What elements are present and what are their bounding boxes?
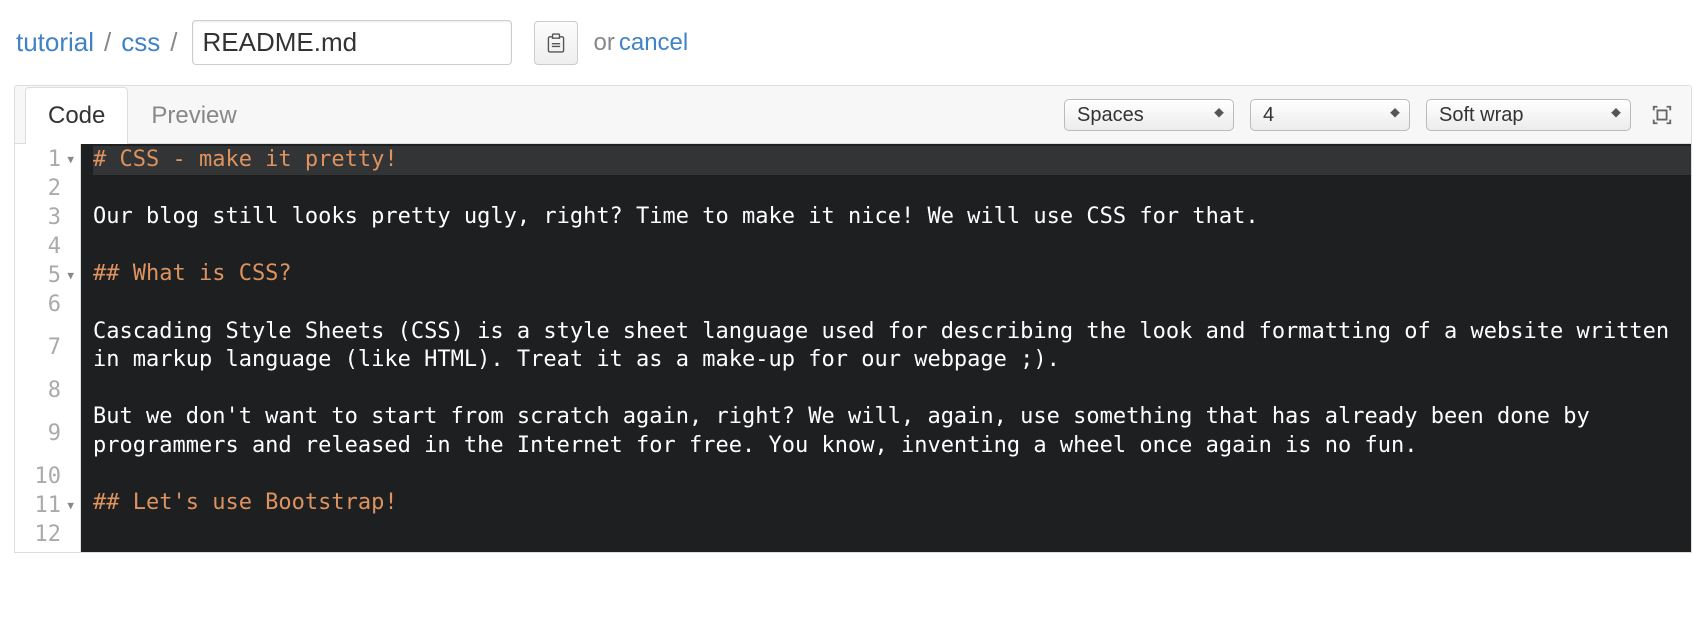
editor-toolbar: Code Preview Spaces 4 Soft wrap — [15, 86, 1691, 144]
gutter-line: 6 — [15, 291, 76, 320]
code-line[interactable] — [93, 375, 1691, 404]
gutter-line: 1▼ — [15, 146, 76, 175]
code-content[interactable]: # CSS - make it pretty! Our blog still lo… — [81, 144, 1691, 552]
fold-marker-icon[interactable]: ▼ — [64, 153, 74, 167]
gutter-line: 3 — [15, 204, 76, 233]
gutter-line: 8 — [15, 377, 76, 406]
clipboard-button[interactable] — [534, 21, 578, 65]
breadcrumb-folder-link[interactable]: css — [119, 27, 162, 58]
or-text: or — [594, 29, 615, 57]
code-line[interactable] — [93, 518, 1691, 547]
gutter-line: 2 — [15, 175, 76, 204]
fold-marker-icon[interactable]: ▼ — [64, 499, 74, 513]
code-line[interactable]: But we don't want to start from scratch … — [93, 403, 1691, 460]
tab-code[interactable]: Code — [25, 87, 128, 144]
gutter-line: 7 — [15, 320, 76, 377]
fold-marker-icon[interactable]: ▼ — [64, 269, 74, 283]
gutter-line: 12 — [15, 521, 76, 550]
indent-size-select[interactable]: 4 — [1250, 99, 1410, 131]
breadcrumb-root-link[interactable]: tutorial — [14, 27, 96, 58]
clipboard-icon — [545, 32, 567, 54]
code-line[interactable] — [93, 461, 1691, 490]
gutter-line: 4 — [15, 233, 76, 262]
fullscreen-button[interactable] — [1647, 103, 1677, 127]
breadcrumb-bar: tutorial / css / or cancel — [0, 0, 1706, 85]
tab-preview[interactable]: Preview — [128, 87, 259, 144]
gutter-line: 11▼ — [15, 492, 76, 521]
gutter-line: 5▼ — [15, 262, 76, 291]
code-line[interactable]: Our blog still looks pretty ugly, right?… — [93, 203, 1691, 232]
editor-panel: Code Preview Spaces 4 Soft wrap — [14, 85, 1692, 553]
code-line[interactable] — [93, 232, 1691, 261]
cancel-link[interactable]: cancel — [619, 29, 688, 57]
code-editor[interactable]: 1▼2345▼67891011▼12 # CSS - make it prett… — [15, 144, 1691, 552]
code-line[interactable]: ## Let's use Bootstrap! — [93, 489, 1691, 518]
breadcrumb-separator: / — [162, 27, 185, 58]
code-line[interactable] — [93, 289, 1691, 318]
fullscreen-icon — [1651, 104, 1673, 126]
line-number-gutter: 1▼2345▼67891011▼12 — [15, 144, 81, 552]
indent-mode-select[interactable]: Spaces — [1064, 99, 1234, 131]
editor-tabs: Code Preview — [25, 86, 260, 143]
code-line[interactable]: # CSS - make it pretty! — [93, 146, 1691, 175]
gutter-line: 10 — [15, 463, 76, 492]
code-line[interactable]: Cascading Style Sheets (CSS) is a style … — [93, 318, 1691, 375]
filename-input[interactable] — [192, 20, 512, 65]
code-line[interactable]: ## What is CSS? — [93, 260, 1691, 289]
code-line[interactable] — [93, 175, 1691, 204]
wrap-mode-select[interactable]: Soft wrap — [1426, 99, 1631, 131]
breadcrumb-separator: / — [96, 27, 119, 58]
gutter-line: 9 — [15, 406, 76, 463]
